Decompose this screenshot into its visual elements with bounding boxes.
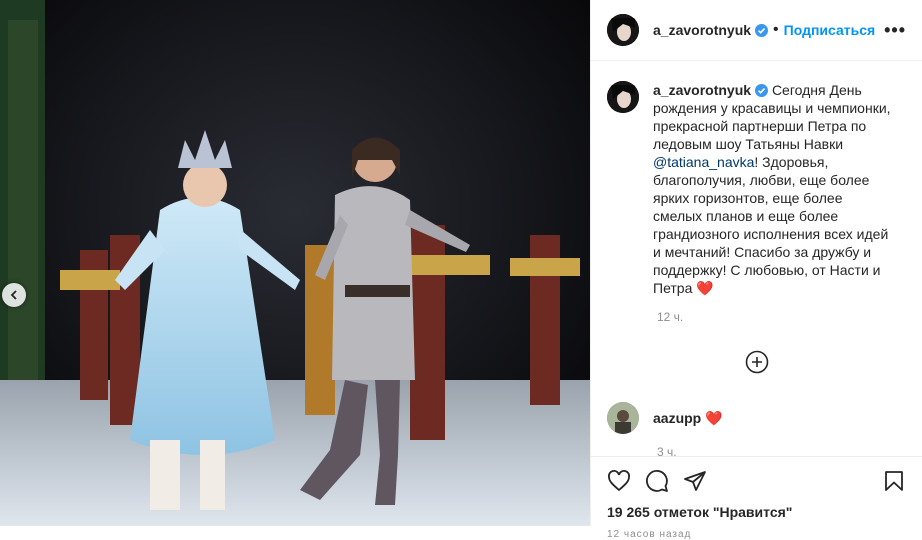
commenter-avatar[interactable] [607,402,639,434]
post-age: 12 часов назад [607,529,692,540]
carousel-prev-icon [10,290,17,300]
author-username[interactable]: a_zavorotnyuk [653,22,751,38]
caption-time: 12 ч. [657,310,684,324]
post-side-panel: a_zavorotnyuk • Подписаться ••• a_zavoro… [590,0,922,540]
post-header: a_zavorotnyuk • Подписаться ••• [591,0,922,61]
skating-photo [0,0,590,526]
share-icon[interactable] [683,469,707,493]
caption-text: a_zavorotnyuk Сегодня День рождения у кр… [653,81,893,297]
likes-count[interactable]: 19 265 отметок "Нравится" [607,504,906,520]
caption: a_zavorotnyuk Сегодня День рождения у кр… [607,81,906,297]
post-photo[interactable] [0,0,590,526]
author-avatar[interactable] [607,14,639,46]
comment-emoji: ❤️ [705,409,723,426]
load-more-comments-button[interactable] [607,350,906,374]
commenter-username[interactable]: aazupp [653,410,701,426]
caption-username[interactable]: a_zavorotnyuk [653,82,751,98]
caption-body-2: ! Здоровья, благополучия, любви, еще бол… [653,154,889,296]
like-icon[interactable] [607,469,631,493]
comments-area: a_zavorotnyuk Сегодня День рождения у кр… [591,61,922,459]
carousel-prev-button[interactable] [2,283,26,307]
separator-dot: • [773,21,779,38]
heart-emoji: ❤️ [696,280,714,296]
mention-link[interactable]: @tatiana_navka [653,154,754,170]
action-icons [607,465,906,497]
post-actions: 19 265 отметок "Нравится" 12 часов назад [591,456,922,540]
comment-icon[interactable] [645,469,669,493]
add-comment-icon [745,350,768,374]
comment-text: aazupp ❤️ [653,410,723,427]
caption-author-avatar[interactable] [607,81,639,113]
follow-button[interactable]: Подписаться [784,22,876,38]
verified-badge-icon [755,23,769,37]
more-options-icon[interactable]: ••• [884,20,906,41]
save-icon[interactable] [882,469,906,493]
comment-item: aazupp ❤️ [607,402,906,434]
verified-badge-icon [755,84,769,97]
